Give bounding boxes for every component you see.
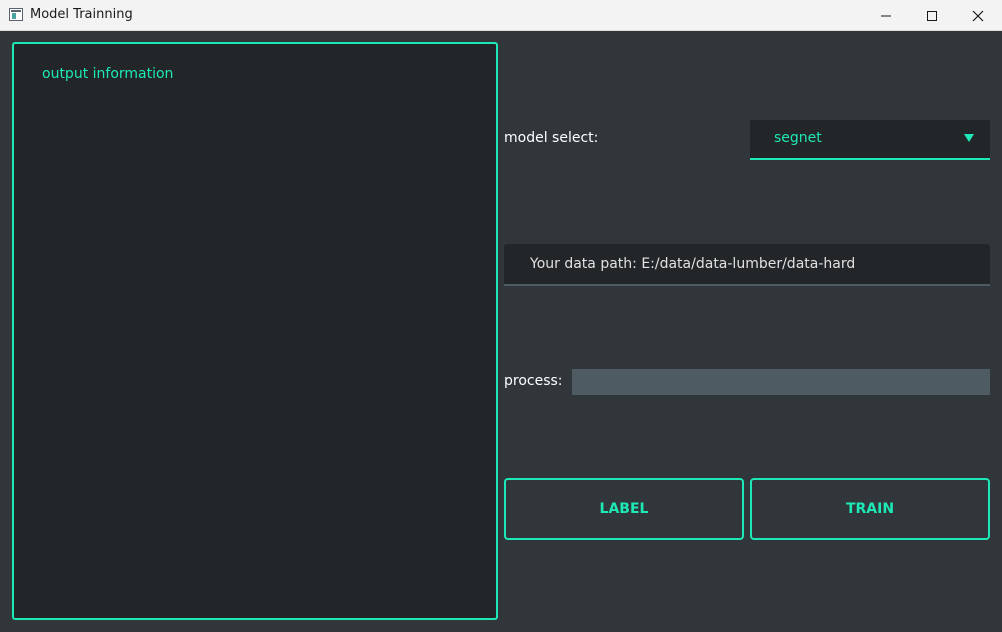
title-bar: Model Trainning <box>0 0 1002 31</box>
process-progress-bar <box>572 369 990 395</box>
minimize-icon <box>881 15 891 16</box>
close-button[interactable] <box>955 0 1001 31</box>
process-label: process: <box>504 373 563 389</box>
data-path-text: Your data path: E:/data/data-lumber/data… <box>530 256 856 272</box>
label-button[interactable]: LABEL <box>504 478 744 540</box>
train-button[interactable]: TRAIN <box>750 478 990 540</box>
app-icon <box>9 8 23 21</box>
maximize-button[interactable] <box>909 0 955 31</box>
model-select-label: model select: <box>504 130 599 146</box>
model-select-value: segnet <box>774 130 822 146</box>
output-information-label: output information <box>42 66 174 82</box>
dropdown-arrow-icon <box>964 134 974 142</box>
maximize-icon <box>927 10 937 21</box>
output-information-panel[interactable]: output information <box>12 42 498 620</box>
minimize-button[interactable] <box>863 0 909 31</box>
model-select-dropdown[interactable]: segnet <box>750 120 990 160</box>
app-window: Model Trainning output information model… <box>0 0 1002 632</box>
data-path-field[interactable]: Your data path: E:/data/data-lumber/data… <box>504 244 990 286</box>
window-title: Model Trainning <box>30 7 133 22</box>
close-icon <box>972 10 984 21</box>
